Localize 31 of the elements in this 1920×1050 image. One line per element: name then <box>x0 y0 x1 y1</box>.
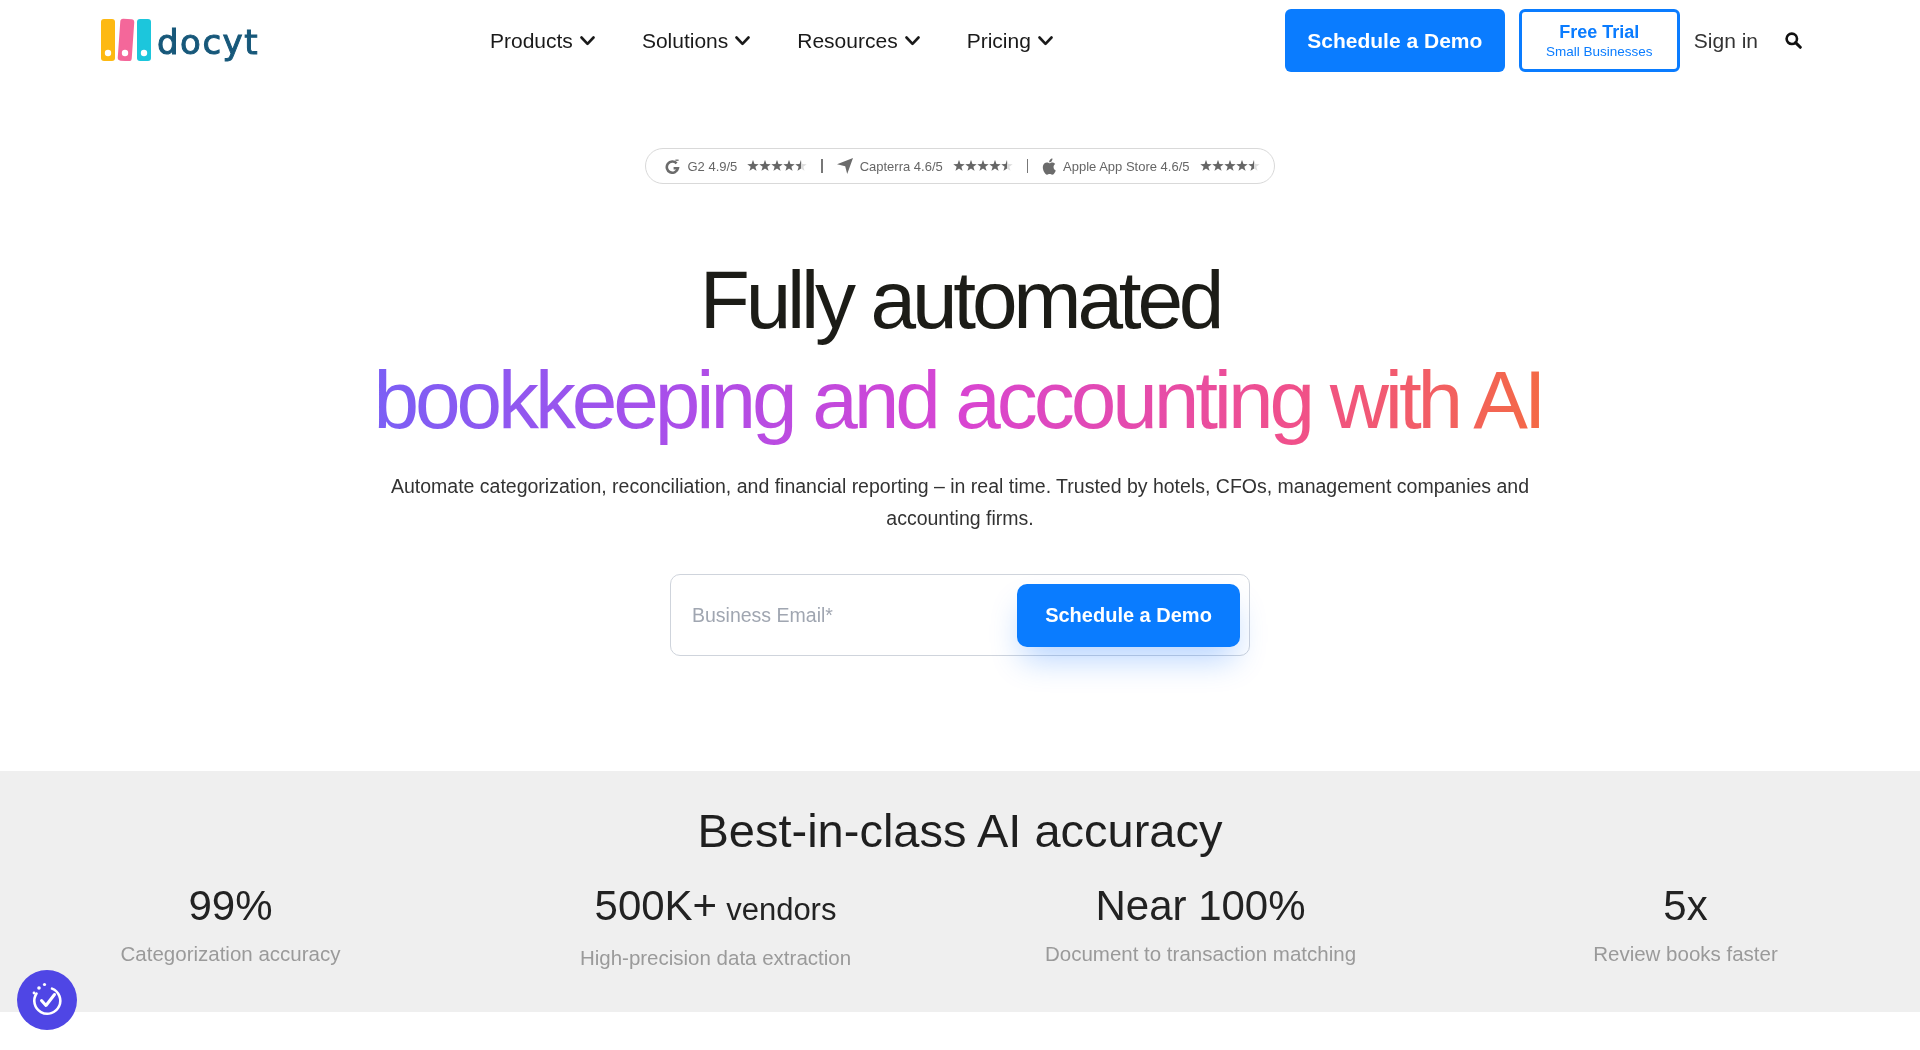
hero-description: Automate categorization, reconciliation, and financial reporting – in real time. Trusted by hotels, CFOs, management companies and accounting firms. <box>389 474 1531 531</box>
sign-in-link[interactable]: Sign in <box>1693 28 1758 53</box>
email-field[interactable]: Business Email* Schedule a Demo <box>670 574 1250 656</box>
free-trial-button[interactable]: Free Trial Small Businesses <box>1518 9 1680 72</box>
stat-unit: vendors <box>726 891 837 929</box>
nav-link[interactable]: Products <box>490 28 595 53</box>
stat-value: Near 100% <box>1095 881 1306 931</box>
apple-icon <box>1042 157 1057 175</box>
stat-value: 500K+ <box>594 881 718 931</box>
rating-label: G2 4.9/5 <box>687 158 738 174</box>
search-icon[interactable] <box>1785 32 1802 49</box>
nav-link[interactable]: Solutions <box>641 28 751 53</box>
rating-label: Capterra 4.6/5 <box>859 158 943 174</box>
schedule-demo-button[interactable]: Schedule a Demo <box>1017 583 1240 647</box>
rating-label: Apple App Store 4.6/5 <box>1063 158 1190 174</box>
stat-value: 5x <box>1663 881 1708 931</box>
bars-icon <box>101 18 151 61</box>
stat-label: Review books faster <box>1593 941 1778 967</box>
g-ring-icon <box>665 158 681 174</box>
stat-value: 99% <box>188 881 273 931</box>
check-badge-icon[interactable] <box>17 970 77 1030</box>
stat-label: Document to transaction matching <box>1044 941 1357 967</box>
stat-label: Categorization accuracy <box>120 941 341 967</box>
arrow-icon <box>836 158 853 174</box>
nav-link[interactable]: Resources <box>797 28 920 53</box>
section-title: Best-in-class AI accuracy <box>696 803 1224 859</box>
hero-title: Fully automated <box>699 253 1221 347</box>
logo[interactable]: docyt <box>101 20 260 61</box>
stat-label: High-precision data extraction <box>579 945 852 971</box>
nav-link[interactable]: Pricing <box>966 28 1053 53</box>
schedule-demo-button[interactable]: Schedule a Demo <box>1284 9 1505 72</box>
